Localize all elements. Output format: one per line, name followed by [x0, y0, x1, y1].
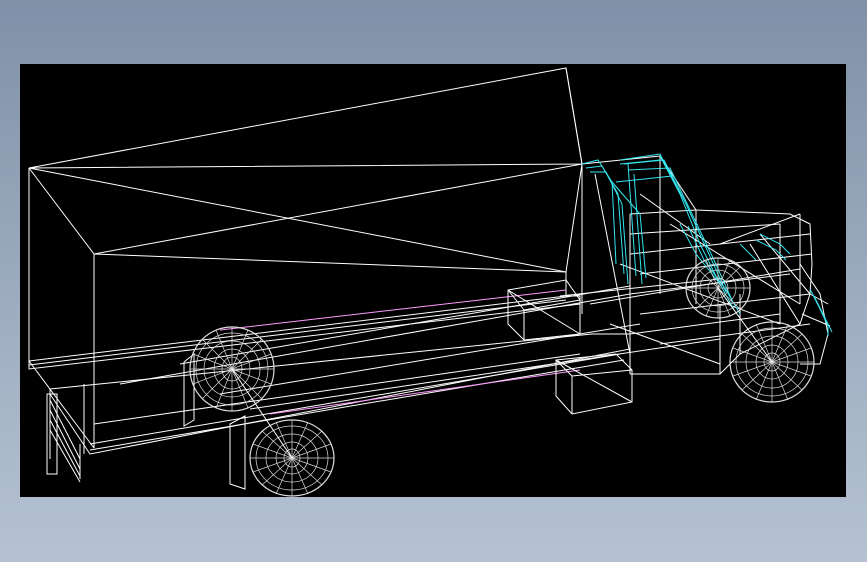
rail-accent-lines: [219, 289, 581, 415]
cab-cyan-edges: [581, 153, 833, 336]
cad-viewport[interactable]: [20, 64, 846, 497]
cad-window: [0, 0, 867, 562]
cargo-box-wireframe: [28, 67, 583, 449]
fuel-tank-upper: [507, 279, 581, 341]
chassis-rails: [28, 268, 801, 459]
truck-wireframe-drawing: [28, 67, 833, 497]
